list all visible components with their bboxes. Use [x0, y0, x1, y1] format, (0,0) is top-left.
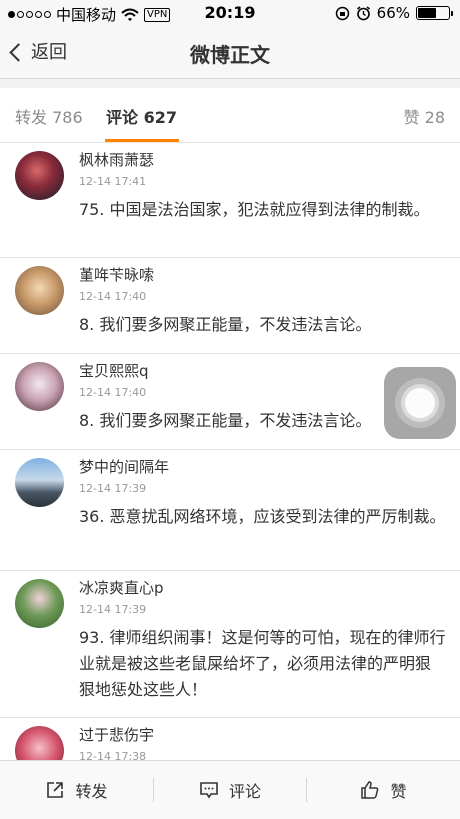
comment-username[interactable]: 堇哖苄昹嗦	[79, 264, 154, 285]
repost-button[interactable]: 转发	[0, 761, 153, 819]
tab-repost[interactable]: 转发 786	[15, 104, 83, 128]
avatar[interactable]	[15, 266, 64, 315]
avatar[interactable]	[15, 151, 64, 200]
comment-text: 8. 我们要多网聚正能量，不发违法言论。	[79, 315, 372, 334]
share-icon	[47, 782, 64, 798]
battery-percent: 66%	[376, 4, 410, 22]
comment-text: 75. 中国是法治国家，犯法就应得到法律的制裁。	[79, 200, 430, 219]
comment-time: 12-14 17:39	[79, 603, 147, 616]
like-button[interactable]: 赞	[307, 761, 460, 819]
battery-icon	[416, 6, 453, 20]
comment-time: 12-14 17:40	[79, 290, 147, 303]
avatar[interactable]	[15, 726, 64, 760]
nav-bar: 返回 微博正文	[0, 26, 460, 79]
comment-username[interactable]: 过于悲伤宇	[79, 724, 154, 745]
avatar[interactable]	[15, 579, 64, 628]
comment-time: 12-14 17:38	[79, 750, 147, 760]
comment-text: 36. 恶意扰乱网络环境，应该受到法律的严厉制裁。	[79, 507, 446, 526]
comment-time: 12-14 17:40	[79, 386, 147, 399]
tab-likes[interactable]: 赞 28	[404, 104, 445, 128]
tab-bar: 转发 786 评论 627 赞 28	[0, 88, 460, 143]
comment-time: 12-14 17:41	[79, 175, 147, 188]
alarm-icon	[356, 5, 370, 20]
comment-item[interactable]: 过于悲伤宇 12-14 17:38	[0, 718, 460, 760]
comment-item[interactable]: 冰凉爽直心p 12-14 17:39 93. 律师组织闹事！这是何等的可怕，现在…	[0, 571, 460, 718]
like-label: 赞	[390, 782, 407, 801]
avatar[interactable]	[15, 362, 64, 411]
comment-list[interactable]: 枫林雨萧瑟 12-14 17:41 75. 中国是法治国家，犯法就应得到法律的制…	[0, 143, 460, 760]
repost-label: 转发	[75, 782, 108, 801]
status-right: 66%	[335, 4, 453, 22]
comment-time: 12-14 17:39	[79, 482, 147, 495]
tab-comments[interactable]: 评论 627	[106, 104, 177, 128]
avatar[interactable]	[15, 458, 64, 507]
active-tab-indicator	[105, 139, 179, 142]
bottom-toolbar: 转发 评论 赞	[0, 760, 460, 819]
comment-icon	[200, 782, 218, 799]
comment-username[interactable]: 梦中的间隔年	[79, 456, 169, 477]
rotation-lock-icon	[335, 6, 349, 20]
comment-username[interactable]: 枫林雨萧瑟	[79, 149, 154, 170]
comment-label: 评论	[228, 782, 261, 801]
thumbs-up-icon	[361, 781, 379, 799]
comment-item[interactable]: 梦中的间隔年 12-14 17:39 36. 恶意扰乱网络环境，应该受到法律的严…	[0, 450, 460, 571]
comment-button[interactable]: 评论	[154, 761, 306, 819]
page-title: 微博正文	[190, 43, 270, 67]
status-bar: 中国移动 VPN 20:19 66%	[0, 0, 460, 26]
comment-text: 93. 律师组织闹事！这是何等的可怕，现在的律师行业就是被这些老鼠屎给坏了，必须…	[79, 628, 446, 699]
comment-item[interactable]: 堇哖苄昹嗦 12-14 17:40 8. 我们要多网聚正能量，不发违法言论。	[0, 258, 460, 354]
comment-item[interactable]: 枫林雨萧瑟 12-14 17:41 75. 中国是法治国家，犯法就应得到法律的制…	[0, 143, 460, 258]
comment-username[interactable]: 冰凉爽直心p	[79, 577, 164, 598]
comment-username[interactable]: 宝贝熙熙q	[79, 360, 149, 381]
assistive-touch-button[interactable]	[384, 367, 456, 439]
